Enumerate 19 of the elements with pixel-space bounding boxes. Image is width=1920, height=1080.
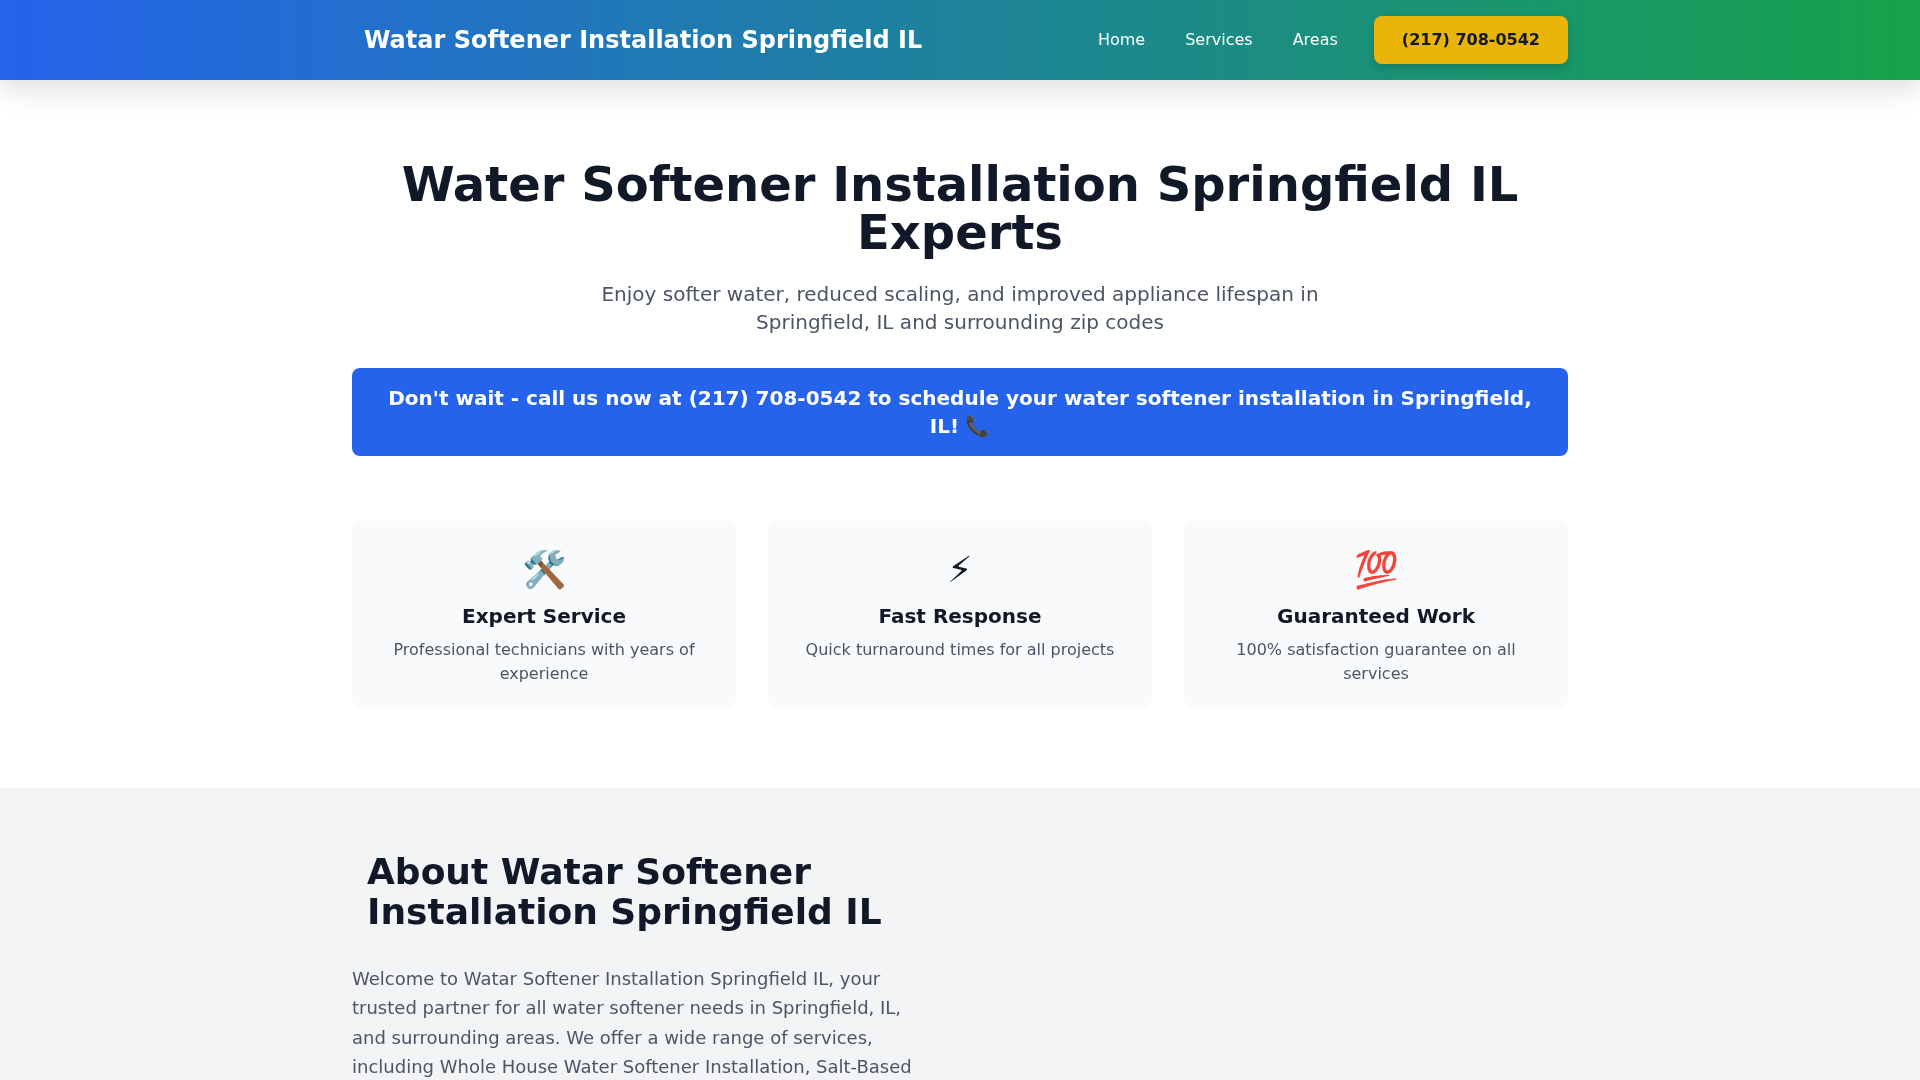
site-brand[interactable]: Watar Softener Installation Springfield IL <box>364 24 923 56</box>
phone-icon: 📞 <box>965 414 991 438</box>
about-text: Welcome to Watar Softener Installation Springfield IL, your trusted partner for all water softener needs in Springfield, IL, and surrounding areas. We offer a wide range of services, including Whole House Water Softener Installation, Salt-Based <box>352 967 913 1079</box>
feature-description: Quick turnaround times for all projects <box>804 639 1116 661</box>
lightning-icon: ⚡ <box>947 546 973 594</box>
feature-title: Fast Response <box>877 603 1043 630</box>
feature-title: Expert Service <box>461 603 627 630</box>
hundred-points-icon: 💯 <box>1353 546 1399 594</box>
feature-description: 100% satisfaction guarantee on all services <box>1235 639 1517 685</box>
feature-description: Professional technicians with years of experience <box>392 639 696 685</box>
nav-link[interactable]: Home <box>1081 20 1162 60</box>
feature-title: Guaranteed Work <box>1276 603 1476 630</box>
about-title: About Watar Softener Installation Springfield IL <box>366 852 883 932</box>
cta-text: Don't wait - call us now at (217) 708-0542 to schedule your water softener installation in Springfield, IL! 📞 <box>388 386 1532 438</box>
hammer-wrench-icon: 🛠 <box>521 546 567 594</box>
phone-button[interactable]: (217) 708-0542 <box>1373 16 1568 64</box>
nav-link[interactable]: Services <box>1169 20 1269 60</box>
nav-link[interactable]: Areas <box>1276 20 1354 60</box>
hero-subtitle: Enjoy softer water, reduced scaling, and improved appliance lifespan in Springfield, IL and surrounding zip codes <box>600 281 1320 336</box>
